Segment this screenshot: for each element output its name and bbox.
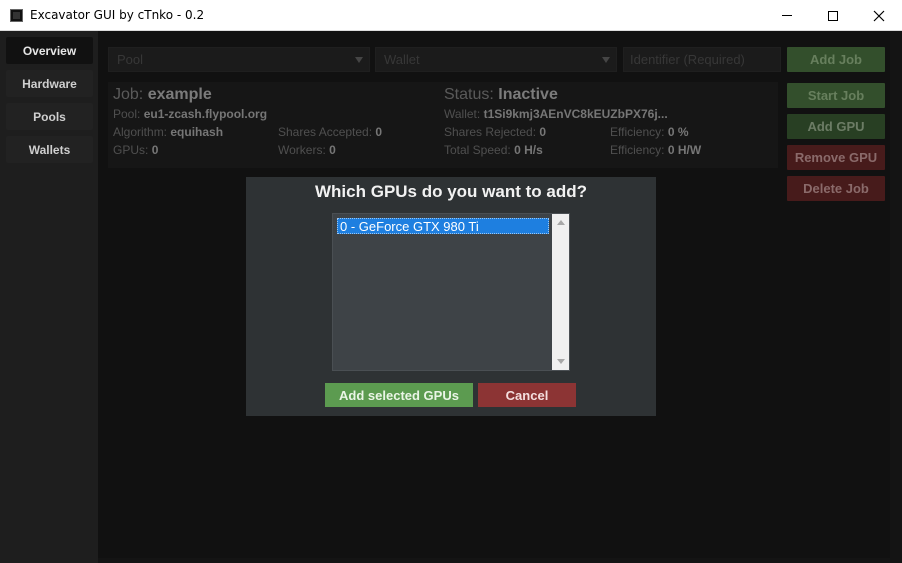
- cancel-button[interactable]: Cancel: [478, 383, 576, 407]
- gpu-list-item[interactable]: 0 - GeForce GTX 980 Ti: [337, 218, 549, 234]
- sidebar-item-overview[interactable]: Overview: [6, 37, 93, 64]
- close-icon: [873, 10, 885, 21]
- sidebar-item-pools[interactable]: Pools: [6, 103, 93, 130]
- close-button[interactable]: [856, 0, 902, 31]
- minimize-button[interactable]: [764, 0, 810, 31]
- maximize-icon: [828, 10, 838, 21]
- app-icon: [10, 9, 23, 22]
- gpu-listbox[interactable]: 0 - GeForce GTX 980 Ti: [332, 213, 570, 371]
- scroll-up-icon[interactable]: [557, 220, 565, 225]
- add-selected-gpus-button[interactable]: Add selected GPUs: [325, 383, 473, 407]
- maximize-button[interactable]: [810, 0, 856, 31]
- title-bar: Excavator GUI by cTnko - 0.2: [0, 0, 902, 31]
- sidebar-item-wallets[interactable]: Wallets: [6, 136, 93, 163]
- scroll-down-icon[interactable]: [557, 359, 565, 364]
- sidebar-item-hardware[interactable]: Hardware: [6, 70, 93, 97]
- minimize-icon: [782, 15, 792, 16]
- listbox-scrollbar[interactable]: [552, 214, 569, 370]
- sidebar: Overview Hardware Pools Wallets: [0, 31, 98, 563]
- window-title: Excavator GUI by cTnko - 0.2: [30, 8, 205, 22]
- add-gpu-dialog: Which GPUs do you want to add? 0 - GeFor…: [246, 177, 656, 416]
- dialog-title: Which GPUs do you want to add?: [315, 182, 587, 201]
